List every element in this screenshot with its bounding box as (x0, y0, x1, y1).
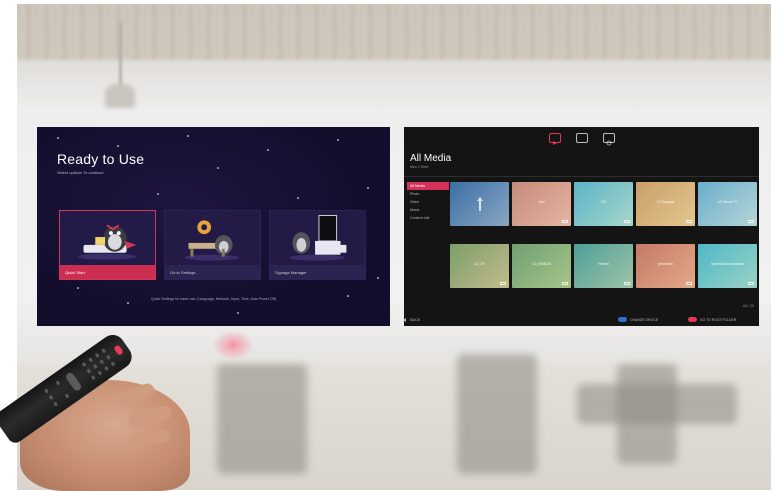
category-all-media[interactable]: All Media (407, 182, 449, 190)
page-count: 4/1 / 20 (742, 304, 754, 308)
media-grid: Intro OK LG Signage LG Smart TV LG_0X LG_WEBO… (450, 182, 757, 297)
up-arrow-icon (477, 197, 483, 211)
back-button[interactable]: BACK (410, 318, 420, 322)
timer-icon[interactable] (603, 133, 615, 146)
media-tile[interactable]: LG_0X (450, 244, 509, 288)
top-icon-bar (404, 133, 759, 146)
finger (129, 428, 171, 449)
signage-manager-card[interactable]: Signage Manager (269, 210, 366, 280)
tile-label: LG_0X (474, 262, 485, 266)
card-label: Quick Start (60, 265, 155, 279)
video-icon[interactable] (549, 133, 561, 145)
monitor-penguin-icon (289, 215, 347, 261)
category-list: All Media Photo Video Music Content List (407, 182, 449, 222)
remote-power-button[interactable] (113, 344, 124, 356)
tile-label: LG_WEBOS (531, 262, 552, 266)
penguin-reading-icon (77, 224, 137, 260)
media-tile[interactable]: Intro (512, 182, 571, 226)
page-subtitle: Select options To continue. (57, 170, 105, 175)
go-to-root-folder-button[interactable]: GO TO ROOT FOLDER (700, 318, 736, 322)
quick-start-card[interactable]: Quick Start (59, 210, 156, 280)
media-tile[interactable]: Reveal (574, 244, 633, 288)
folder-badge-icon (562, 282, 568, 285)
ceiling-lamp (105, 84, 135, 108)
tile-label: SpecNewSonuddance (710, 262, 745, 266)
media-tile[interactable]: LG Signage (636, 182, 695, 226)
ready-to-use-screen: Ready to Use Select options To continue.… (37, 127, 390, 326)
chair-blur (617, 364, 677, 464)
tile-label: promotion (657, 262, 674, 266)
all-media-screen: All Media Mex 2 Smrt All Media Photo Vid… (404, 127, 759, 326)
folder-badge-icon (748, 220, 754, 223)
category-music[interactable]: Music (407, 206, 449, 214)
card-label: Go to Settings (165, 265, 260, 279)
remote-glow (212, 330, 254, 360)
go-to-settings-card[interactable]: Go to Settings (164, 210, 261, 280)
parent-folder-tile[interactable] (450, 182, 509, 226)
device-name: Mex 2 Smrt (410, 165, 429, 169)
calendar-icon[interactable] (576, 133, 588, 143)
blue-button-icon (618, 317, 627, 322)
category-content-list[interactable]: Content List (407, 214, 449, 222)
quick-settings-hint: Quick Settings for basic use (Language, … (151, 297, 276, 301)
tile-label: OK (601, 200, 606, 204)
chair-blur (217, 364, 307, 474)
tile-label: Reveal (598, 262, 609, 266)
media-tile[interactable]: SpecNewSonuddance (698, 244, 757, 288)
tile-label: LG Signage (656, 200, 675, 204)
chair-blur (457, 354, 537, 474)
media-tile[interactable]: promotion (636, 244, 695, 288)
tile-label: Intro (538, 200, 545, 204)
category-photo[interactable]: Photo (407, 190, 449, 198)
folder-badge-icon (500, 282, 506, 285)
category-video[interactable]: Video (407, 198, 449, 206)
folder-badge-icon (562, 220, 568, 223)
ceiling (17, 4, 771, 60)
folder-badge-icon (748, 282, 754, 285)
lamp-cord (119, 22, 122, 92)
red-button-icon (688, 317, 697, 322)
page-title: Ready to Use (57, 151, 145, 167)
tile-label: LG Smart TV (717, 200, 738, 204)
divider (404, 176, 759, 177)
folder-badge-icon (686, 220, 692, 223)
folder-badge-icon (686, 282, 692, 285)
option-cards: Quick Start Go to Settings Signage Manag… (59, 210, 369, 280)
folder-badge-icon (624, 282, 630, 285)
page-title: All Media (410, 153, 452, 164)
media-tile[interactable]: LG_WEBOS (512, 244, 571, 288)
card-label: Signage Manager (270, 265, 365, 279)
folder-badge-icon (624, 220, 630, 223)
media-tile[interactable]: OK (574, 182, 633, 226)
gear-penguin-icon (184, 220, 240, 261)
change-device-button[interactable]: CHANGE DEVICE (630, 318, 658, 322)
finger (113, 381, 157, 409)
bottom-bar: BACK CHANGE DEVICE GO TO ROOT FOLDER (404, 314, 759, 326)
media-tile[interactable]: LG Smart TV (698, 182, 757, 226)
finger (126, 404, 174, 430)
